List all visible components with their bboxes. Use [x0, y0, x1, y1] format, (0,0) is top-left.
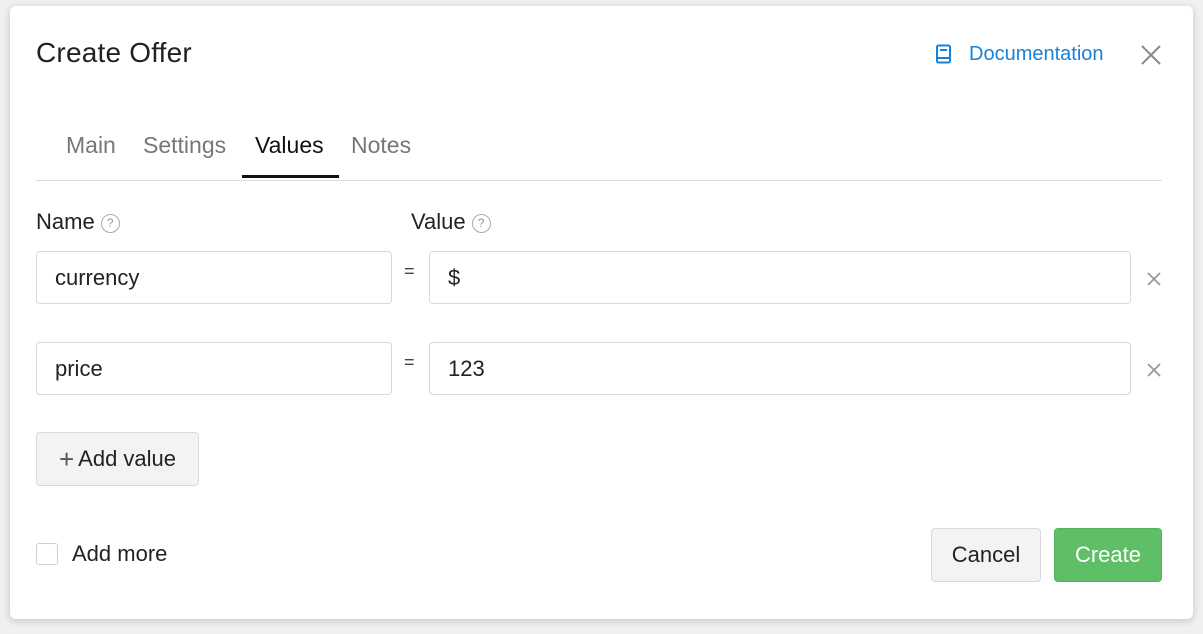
documentation-label: Documentation [969, 42, 1104, 65]
equals-sign: = [404, 352, 415, 372]
cancel-button[interactable]: Cancel [931, 528, 1041, 582]
value-input[interactable]: $ [429, 251, 1131, 304]
equals-sign: = [404, 261, 415, 281]
name-input[interactable]: currency [36, 251, 392, 304]
tab-notes[interactable]: Notes [351, 132, 411, 178]
close-icon [1141, 45, 1161, 65]
add-value-button[interactable]: + Add value [36, 432, 199, 486]
add-more-label[interactable]: Add more [72, 541, 167, 567]
name-column-label: Name [36, 209, 95, 234]
tab-values[interactable]: Values [242, 132, 339, 178]
book-icon [935, 42, 955, 66]
tab-settings[interactable]: Settings [143, 132, 226, 178]
close-button[interactable] [1138, 42, 1164, 68]
help-icon[interactable]: ? [471, 214, 491, 233]
create-offer-dialog: Create Offer Documentation Main Settings… [10, 6, 1193, 619]
remove-row-button[interactable] [1145, 361, 1163, 379]
tab-main[interactable]: Main [66, 132, 116, 178]
documentation-link[interactable]: Documentation [935, 42, 1104, 66]
remove-icon [1147, 272, 1161, 286]
tab-bar: Main Settings Values Notes [36, 124, 1162, 181]
add-more-checkbox[interactable] [36, 543, 58, 565]
help-icon[interactable]: ? [100, 214, 120, 233]
value-column-label: Value [411, 209, 466, 234]
remove-icon [1147, 363, 1161, 377]
name-column-header: Name ? [36, 209, 120, 235]
remove-row-button[interactable] [1145, 270, 1163, 288]
add-value-label: Add value [78, 446, 177, 471]
dialog-title: Create Offer [36, 37, 192, 68]
plus-icon: + [58, 443, 75, 474]
value-input[interactable]: 123 [429, 342, 1131, 395]
name-input[interactable]: price [36, 342, 392, 395]
value-column-header: Value ? [411, 209, 491, 235]
create-button[interactable]: Create [1054, 528, 1162, 582]
